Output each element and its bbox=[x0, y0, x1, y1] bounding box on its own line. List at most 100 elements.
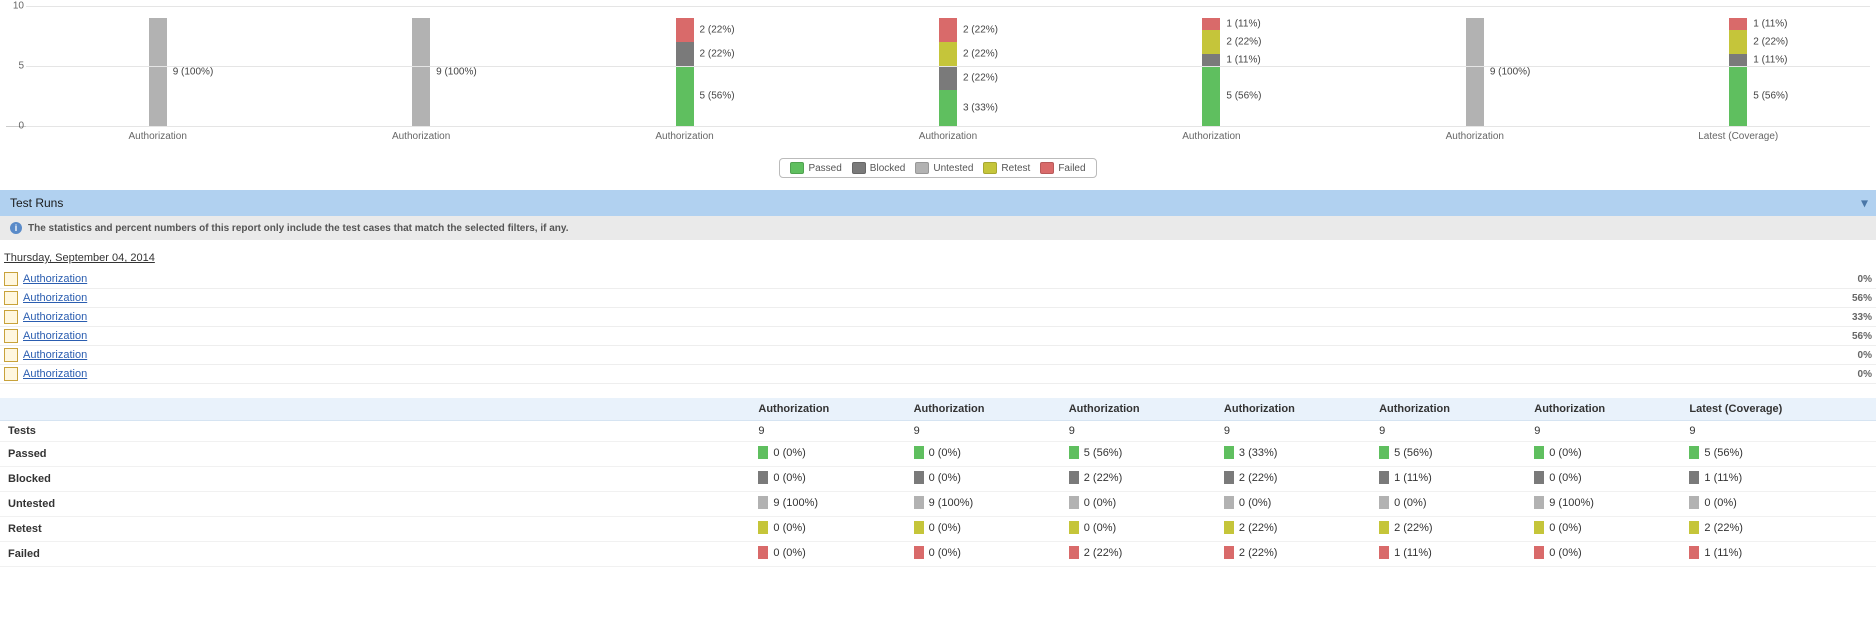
runs-list: Authorization 0% Authorization 56% Authoriza… bbox=[0, 270, 1876, 384]
stats-row-label: Retest bbox=[0, 517, 750, 542]
stats-cell: 9 bbox=[1681, 421, 1876, 442]
stats-cell: 0 (0%) bbox=[1371, 492, 1526, 517]
status-swatch-failed bbox=[1224, 546, 1234, 559]
bar-segment-label: 1 (11%) bbox=[1753, 19, 1787, 30]
stats-cell: 0 (0%) bbox=[906, 542, 1061, 567]
status-swatch-failed bbox=[1379, 546, 1389, 559]
bar-segment-label: 5 (56%) bbox=[700, 91, 735, 102]
bar-segment-passed: 5 (56%) bbox=[1729, 66, 1747, 126]
run-link[interactable]: Authorization bbox=[23, 311, 87, 323]
stats-value: 0 (0%) bbox=[1084, 497, 1116, 509]
status-swatch-passed bbox=[1069, 446, 1079, 459]
bar-segment-label: 2 (22%) bbox=[1226, 37, 1261, 48]
stats-row: Retest0 (0%)0 (0%)0 (0%)2 (22%)2 (22%)0 … bbox=[0, 517, 1876, 542]
stats-value: 0 (0%) bbox=[1549, 522, 1581, 534]
run-link[interactable]: Authorization bbox=[23, 330, 87, 342]
bar-segment-blocked: 2 (22%) bbox=[676, 42, 694, 66]
run-link[interactable]: Authorization bbox=[23, 292, 87, 304]
run-row: Authorization 0% bbox=[0, 270, 1876, 289]
legend-label: Blocked bbox=[870, 163, 906, 174]
status-swatch-blocked bbox=[1224, 471, 1234, 484]
bar-segment-failed: 1 (11%) bbox=[1202, 18, 1220, 30]
stats-cell: 0 (0%) bbox=[1526, 442, 1681, 467]
stats-cell: 9 bbox=[906, 421, 1061, 442]
status-swatch-retest bbox=[914, 521, 924, 534]
test-run-icon bbox=[4, 348, 18, 362]
grid-line bbox=[26, 126, 1870, 127]
stats-cell: 0 (0%) bbox=[750, 442, 905, 467]
status-swatch-untested bbox=[914, 496, 924, 509]
run-link[interactable]: Authorization bbox=[23, 368, 87, 380]
stats-value: 1 (11%) bbox=[1704, 472, 1742, 484]
status-swatch-blocked bbox=[1379, 471, 1389, 484]
y-tick: 5 bbox=[18, 61, 24, 72]
run-row: Authorization33% bbox=[0, 308, 1876, 327]
run-link[interactable]: Authorization bbox=[23, 273, 87, 285]
test-run-icon bbox=[4, 367, 18, 381]
collapse-section-icon[interactable]: ▾ bbox=[1861, 195, 1868, 212]
bar-segment-passed: 3 (33%) bbox=[939, 90, 957, 126]
status-swatch-blocked bbox=[914, 471, 924, 484]
stats-value: 0 (0%) bbox=[1239, 497, 1271, 509]
stacked-bar: 5 (56%)1 (11%)2 (22%)1 (11%) bbox=[1729, 18, 1747, 126]
stats-cell: 1 (11%) bbox=[1681, 542, 1876, 567]
stats-value: 1 (11%) bbox=[1704, 547, 1742, 559]
test-run-icon bbox=[4, 310, 18, 324]
bar-segment-label: 2 (22%) bbox=[700, 49, 735, 60]
bar-segment-blocked: 1 (11%) bbox=[1202, 54, 1220, 66]
stats-cell: 2 (22%) bbox=[1371, 517, 1526, 542]
stats-value: 0 (0%) bbox=[773, 472, 805, 484]
info-bar: i The statistics and percent numbers of … bbox=[0, 216, 1876, 240]
stacked-bar: 5 (56%)1 (11%)2 (22%)1 (11%) bbox=[1202, 18, 1220, 126]
stats-value: 0 (0%) bbox=[929, 472, 961, 484]
stats-value: 0 (0%) bbox=[929, 522, 961, 534]
stats-col-blank bbox=[0, 398, 750, 421]
stats-cell: 0 (0%) bbox=[906, 517, 1061, 542]
stats-row: Untested9 (100%)9 (100%)0 (0%)0 (0%)0 (0… bbox=[0, 492, 1876, 517]
stats-cell: 0 (0%) bbox=[1526, 542, 1681, 567]
bar-segment-label: 3 (33%) bbox=[963, 103, 998, 114]
bar-segment-label: 9 (100%) bbox=[1490, 67, 1531, 78]
bar-segment-label: 2 (22%) bbox=[963, 73, 998, 84]
stats-cell: 5 (56%) bbox=[1681, 442, 1876, 467]
status-swatch-blocked bbox=[1069, 471, 1079, 484]
run-percent: 0% bbox=[1858, 274, 1872, 285]
run-percent: 56% bbox=[1852, 331, 1872, 342]
stats-value: 0 (0%) bbox=[1394, 497, 1426, 509]
stats-value: 0 (0%) bbox=[1084, 522, 1116, 534]
x-axis-label: Authorization bbox=[1080, 127, 1343, 152]
status-swatch-passed bbox=[1534, 446, 1544, 459]
stats-cell: 9 (100%) bbox=[750, 492, 905, 517]
bar-segment-retest: 2 (22%) bbox=[1202, 30, 1220, 54]
stats-cell: 0 (0%) bbox=[1526, 517, 1681, 542]
stats-row-label: Passed bbox=[0, 442, 750, 467]
stats-cell: 9 (100%) bbox=[906, 492, 1061, 517]
bar-segment-label: 5 (56%) bbox=[1226, 91, 1261, 102]
stats-value: 2 (22%) bbox=[1084, 472, 1123, 484]
status-swatch-untested bbox=[1534, 496, 1544, 509]
grid-line bbox=[26, 6, 1870, 7]
date-group-heading: Thursday, September 04, 2014 bbox=[0, 240, 1876, 270]
stats-cell: 0 (0%) bbox=[1526, 467, 1681, 492]
legend-item-failed: Failed bbox=[1040, 162, 1085, 174]
bar-segment-blocked: 2 (22%) bbox=[939, 66, 957, 90]
run-link[interactable]: Authorization bbox=[23, 349, 87, 361]
stats-cell: 9 bbox=[1061, 421, 1216, 442]
stats-row: Failed0 (0%)0 (0%)2 (22%)2 (22%)1 (11%)0… bbox=[0, 542, 1876, 567]
status-swatch-untested bbox=[1379, 496, 1389, 509]
status-swatch-blocked bbox=[1534, 471, 1544, 484]
stats-value: 0 (0%) bbox=[1549, 547, 1581, 559]
stats-col-header: Authorization bbox=[750, 398, 905, 421]
legend-item-untested: Untested bbox=[915, 162, 973, 174]
bar-segment-label: 2 (22%) bbox=[700, 25, 735, 36]
stats-value: 1 (11%) bbox=[1394, 472, 1432, 484]
status-swatch-passed bbox=[1379, 446, 1389, 459]
stats-cell: 0 (0%) bbox=[750, 542, 905, 567]
bar-segment-retest: 2 (22%) bbox=[939, 42, 957, 66]
stats-value: 2 (22%) bbox=[1239, 547, 1278, 559]
stats-cell: 9 bbox=[750, 421, 905, 442]
status-swatch-blocked bbox=[1689, 471, 1699, 484]
info-text: The statistics and percent numbers of th… bbox=[28, 223, 569, 234]
legend-item-passed: Passed bbox=[790, 162, 841, 174]
stats-value: 1 (11%) bbox=[1394, 547, 1432, 559]
